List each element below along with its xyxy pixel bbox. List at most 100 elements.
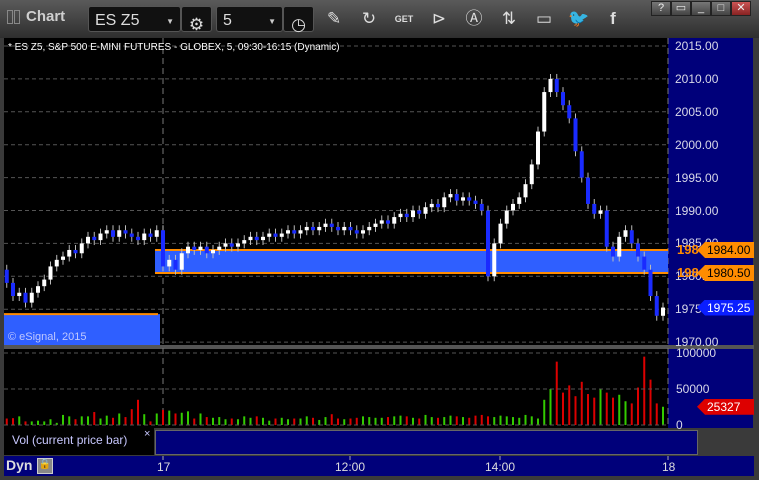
candle	[461, 197, 465, 201]
candle	[167, 259, 172, 267]
candle	[386, 220, 390, 224]
candle	[111, 230, 115, 237]
candle	[242, 240, 247, 244]
candle	[267, 233, 272, 237]
candle	[611, 246, 615, 257]
candle	[467, 197, 472, 201]
candle	[192, 246, 197, 250]
candle	[204, 246, 209, 254]
price-zone	[155, 249, 668, 274]
candle	[448, 194, 453, 198]
candle	[211, 249, 215, 254]
candle	[148, 233, 153, 237]
candle	[592, 203, 597, 214]
candle	[504, 210, 509, 224]
candle	[304, 226, 309, 231]
chart-plot	[4, 38, 669, 460]
candle	[279, 233, 284, 237]
candle	[54, 259, 59, 267]
candle	[392, 217, 397, 224]
candle	[486, 210, 490, 277]
candle	[292, 230, 297, 234]
candle	[529, 164, 534, 185]
candle	[479, 203, 484, 211]
candle	[411, 210, 415, 218]
candle	[236, 243, 240, 247]
candle	[154, 230, 159, 237]
time-tick-label: 18	[662, 460, 676, 474]
candle	[536, 131, 540, 165]
candle	[323, 223, 328, 227]
candle	[342, 226, 347, 231]
candle	[123, 230, 128, 234]
candle	[348, 226, 353, 231]
candle	[604, 210, 609, 247]
price-tick-label: 2005.00	[675, 104, 719, 119]
candle	[79, 243, 84, 254]
candle	[67, 249, 72, 257]
candle	[29, 292, 34, 303]
candle	[48, 266, 53, 280]
candle	[254, 236, 259, 241]
candle	[329, 223, 334, 227]
volume-tick-label: 100000	[676, 346, 717, 360]
candle	[367, 226, 372, 231]
price-tick-label: 2010.00	[675, 71, 719, 86]
candle	[248, 236, 253, 241]
candle	[561, 92, 565, 106]
candle	[161, 230, 165, 267]
candle	[317, 226, 322, 231]
candle	[511, 203, 515, 211]
candle	[17, 292, 22, 297]
volume-tick-label: 50000	[676, 382, 710, 396]
candle	[42, 279, 47, 287]
candle	[648, 269, 653, 297]
candle	[429, 203, 434, 208]
candle	[636, 243, 640, 257]
candle	[229, 243, 234, 247]
candle	[217, 246, 222, 250]
candle	[354, 230, 359, 234]
candle	[223, 243, 228, 247]
candle	[548, 78, 553, 93]
candle	[179, 253, 184, 270]
candle	[23, 292, 28, 303]
candle	[661, 307, 665, 316]
price-tick-label: 1995.00	[675, 170, 719, 185]
candle	[598, 210, 603, 214]
candle	[617, 236, 622, 257]
candle	[142, 233, 147, 241]
candle	[373, 223, 378, 227]
candle	[92, 236, 97, 241]
candle	[298, 230, 303, 234]
candle	[579, 151, 584, 178]
candle	[417, 210, 422, 214]
candle	[404, 213, 409, 218]
candle	[642, 256, 647, 270]
candle	[379, 220, 384, 224]
last-price-tag: 1975.25	[697, 299, 754, 316]
zone-partial-label: 198	[677, 265, 699, 280]
candle	[11, 282, 15, 297]
candle	[61, 256, 65, 260]
price-tick-label: 2000.00	[675, 137, 719, 152]
candle	[336, 226, 340, 231]
candle	[129, 233, 134, 237]
price-tick-label: 1990.00	[675, 203, 719, 218]
candle	[198, 246, 203, 250]
candle	[398, 213, 403, 218]
candle	[286, 230, 290, 234]
candle	[273, 233, 278, 237]
candle	[98, 233, 103, 241]
candle	[136, 236, 140, 241]
candle	[261, 236, 265, 241]
last-volume-tag: 25327	[697, 398, 754, 415]
candle	[173, 259, 178, 270]
candle	[442, 197, 447, 208]
zone-partial-label: 198	[677, 241, 699, 257]
chart-title: * ES Z5, S&P 500 E-MINI FUTURES - GLOBEX…	[8, 42, 340, 53]
candle	[454, 194, 459, 201]
candle	[104, 230, 109, 234]
candle	[492, 243, 497, 277]
time-tick-label: 17	[157, 460, 171, 474]
